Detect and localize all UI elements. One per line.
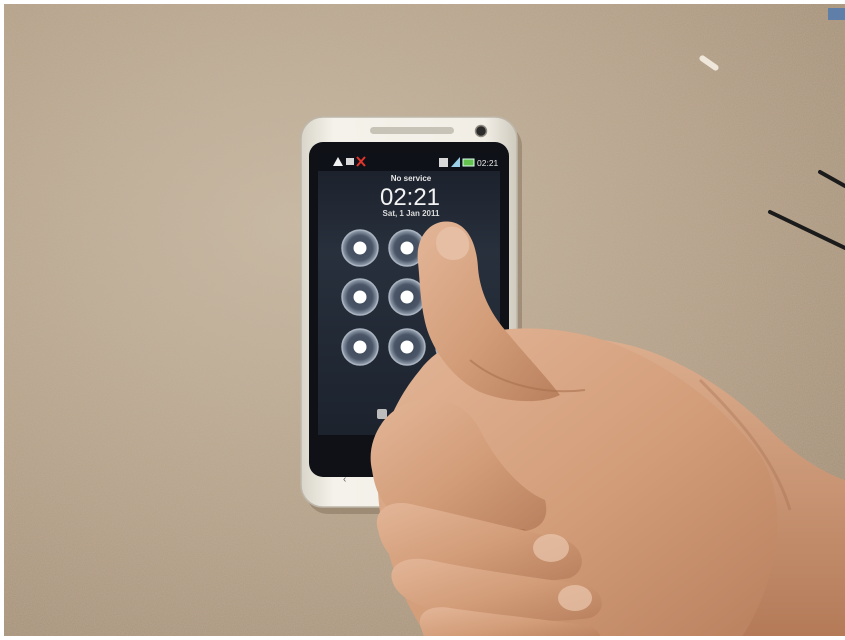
pattern-node-dot bbox=[400, 241, 414, 255]
status-battery-icon bbox=[462, 158, 475, 167]
status-time: 02:21 bbox=[477, 158, 499, 168]
pattern-node-dot bbox=[353, 241, 367, 255]
lockscreen-date: Sat, 1 Jan 2011 bbox=[383, 209, 440, 218]
photo-svg: 02:21 No service 02:21 Sat, 1 Jan 2011 ‹ bbox=[0, 0, 845, 640]
unlock-handle-icon[interactable] bbox=[377, 409, 387, 419]
carrier-label: No service bbox=[391, 174, 432, 183]
lockscreen-clock: 02:21 bbox=[380, 184, 440, 211]
photo-scene: 02:21 No service 02:21 Sat, 1 Jan 2011 ‹ bbox=[0, 0, 845, 640]
pattern-node-dot bbox=[353, 290, 367, 304]
pattern-node-dot bbox=[353, 340, 367, 354]
back-key-icon[interactable]: ‹ bbox=[343, 474, 346, 485]
pattern-node-dot bbox=[400, 290, 414, 304]
status-mail-icon bbox=[346, 158, 354, 165]
corner-object bbox=[828, 8, 845, 20]
pattern-node-dot bbox=[400, 340, 414, 354]
earpiece-grille bbox=[370, 127, 454, 134]
front-camera bbox=[474, 124, 488, 138]
status-sim-icon bbox=[439, 158, 448, 167]
